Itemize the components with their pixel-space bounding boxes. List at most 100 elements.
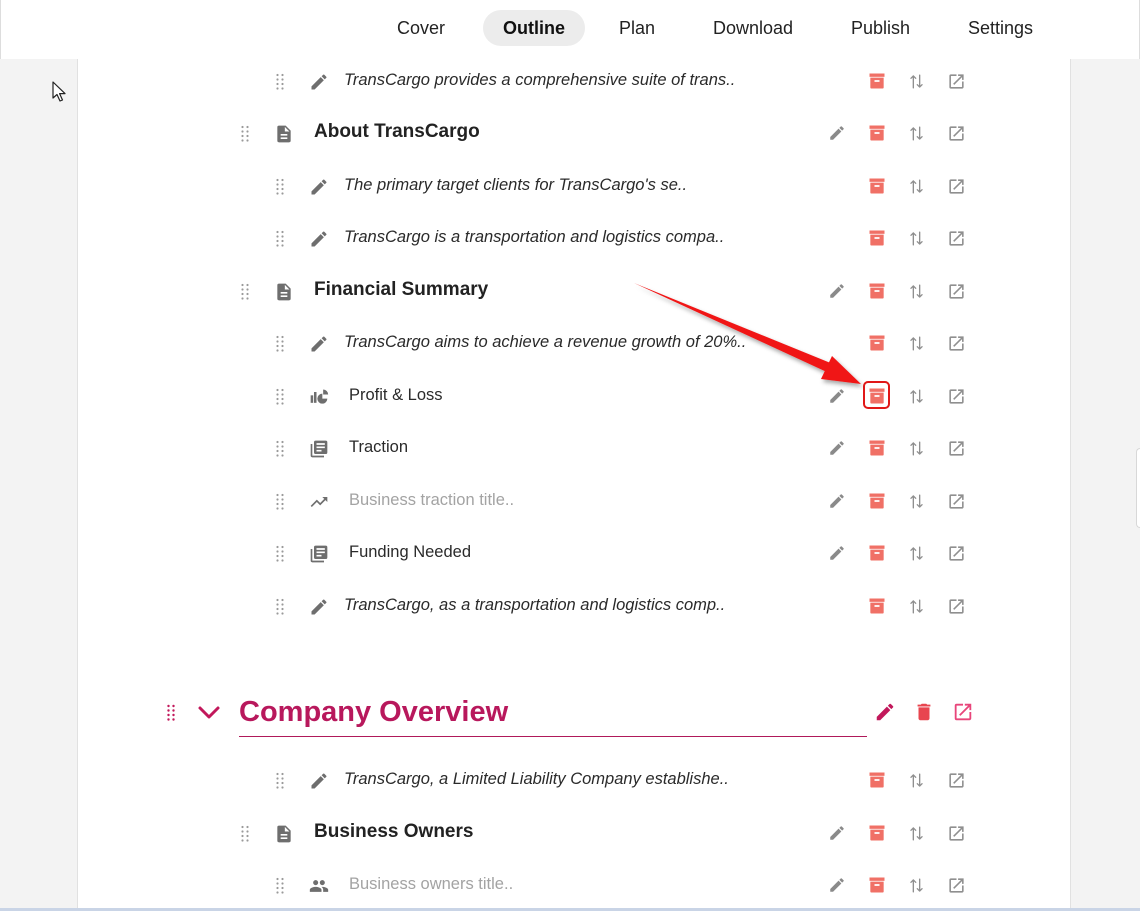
edit-pencil-icon[interactable]: [828, 544, 846, 562]
drag-handle-icon[interactable]: [275, 545, 285, 563]
outline-topic-row: Financial Summary: [0, 271, 1140, 311]
archive-icon[interactable]: [867, 770, 887, 790]
outline-item-label[interactable]: Traction: [349, 438, 408, 457]
outline-item-label[interactable]: Business traction title..: [349, 491, 514, 510]
open-external-icon[interactable]: [947, 492, 966, 511]
outline-item-label[interactable]: The primary target clients for TransCarg…: [344, 176, 687, 195]
drag-handle-icon[interactable]: [275, 772, 285, 790]
tab-publish[interactable]: Publish: [831, 10, 930, 46]
pencil-icon: [311, 74, 327, 90]
drag-handle-icon[interactable]: [275, 73, 285, 91]
pencil-icon: [311, 773, 327, 789]
open-external-icon[interactable]: [947, 177, 966, 196]
drag-handle-icon[interactable]: [275, 230, 285, 248]
outline-item-label[interactable]: Profit & Loss: [349, 386, 443, 405]
outline-item-label[interactable]: Business owners title..: [349, 875, 513, 894]
drag-handle-icon[interactable]: [275, 493, 285, 511]
edit-pencil-icon[interactable]: [828, 876, 846, 894]
archive-icon[interactable]: [867, 596, 887, 616]
drag-handle-icon[interactable]: [275, 877, 285, 895]
reorder-swap-icon[interactable]: [907, 72, 926, 91]
top-navigation: Cover Outline Plan Download Publish Sett…: [0, 0, 1140, 59]
tab-download[interactable]: Download: [693, 10, 813, 46]
section-open-external-icon[interactable]: [952, 701, 974, 723]
archive-icon[interactable]: [867, 71, 887, 91]
reorder-swap-icon[interactable]: [907, 334, 926, 353]
reorder-swap-icon[interactable]: [907, 544, 926, 563]
outline-item-label[interactable]: Funding Needed: [349, 543, 471, 562]
open-external-icon[interactable]: [947, 597, 966, 616]
open-external-icon[interactable]: [947, 282, 966, 301]
outline-item-row: TransCargo is a transportation and logis…: [0, 218, 1140, 258]
outline-topic-row: Business Owners: [0, 813, 1140, 853]
pencil-icon: [311, 599, 327, 615]
open-external-icon[interactable]: [947, 544, 966, 563]
section-drag-handle-icon[interactable]: [166, 704, 176, 722]
section-title[interactable]: Company Overview: [239, 692, 867, 737]
library-icon: [310, 440, 328, 458]
reorder-swap-icon[interactable]: [907, 282, 926, 301]
drag-handle-icon[interactable]: [240, 283, 250, 301]
archive-icon[interactable]: [867, 123, 887, 143]
reorder-swap-icon[interactable]: [907, 771, 926, 790]
drag-handle-icon[interactable]: [275, 335, 285, 353]
reorder-swap-icon[interactable]: [907, 439, 926, 458]
open-external-icon[interactable]: [947, 334, 966, 353]
archive-icon[interactable]: [867, 281, 887, 301]
open-external-icon[interactable]: [947, 824, 966, 843]
outline-item-label[interactable]: Business Owners: [314, 821, 473, 843]
archive-icon[interactable]: [867, 543, 887, 563]
reorder-swap-icon[interactable]: [907, 824, 926, 843]
archive-icon[interactable]: [867, 176, 887, 196]
reorder-swap-icon[interactable]: [907, 387, 926, 406]
chevron-down-icon[interactable]: [197, 704, 221, 722]
drag-handle-icon[interactable]: [275, 598, 285, 616]
tab-plan[interactable]: Plan: [599, 10, 675, 46]
open-external-icon[interactable]: [947, 387, 966, 406]
edit-pencil-icon[interactable]: [828, 124, 846, 142]
tab-cover[interactable]: Cover: [377, 10, 465, 46]
tab-outline[interactable]: Outline: [483, 10, 585, 46]
edit-pencil-icon[interactable]: [828, 824, 846, 842]
reorder-swap-icon[interactable]: [907, 492, 926, 511]
section-delete-trash-icon[interactable]: [913, 701, 935, 723]
archive-icon[interactable]: [867, 823, 887, 843]
reorder-swap-icon[interactable]: [907, 876, 926, 895]
document-icon: [277, 825, 291, 843]
outline-item-label[interactable]: Financial Summary: [314, 279, 488, 301]
outline-item-label[interactable]: TransCargo, a Limited Liability Company …: [344, 770, 729, 789]
edit-pencil-icon[interactable]: [828, 492, 846, 510]
open-external-icon[interactable]: [947, 124, 966, 143]
outline-item-row: TransCargo, a Limited Liability Company …: [0, 760, 1140, 800]
reorder-swap-icon[interactable]: [907, 124, 926, 143]
open-external-icon[interactable]: [947, 72, 966, 91]
open-external-icon[interactable]: [947, 439, 966, 458]
archive-icon[interactable]: [867, 228, 887, 248]
section-edit-pencil-icon[interactable]: [874, 701, 896, 723]
outline-item-label[interactable]: TransCargo provides a comprehensive suit…: [344, 71, 735, 90]
edit-pencil-icon[interactable]: [828, 439, 846, 457]
outline-topic-row: About TransCargo: [0, 113, 1140, 153]
reorder-swap-icon[interactable]: [907, 229, 926, 248]
drag-handle-icon[interactable]: [240, 825, 250, 843]
outline-item-row: Traction: [0, 428, 1140, 468]
outline-item-label[interactable]: About TransCargo: [314, 121, 480, 143]
open-external-icon[interactable]: [947, 876, 966, 895]
tab-settings[interactable]: Settings: [948, 10, 1053, 46]
drag-handle-icon[interactable]: [275, 178, 285, 196]
drag-handle-icon[interactable]: [275, 440, 285, 458]
outline-item-row: TransCargo, as a transportation and logi…: [0, 586, 1140, 626]
archive-icon[interactable]: [867, 333, 887, 353]
reorder-swap-icon[interactable]: [907, 597, 926, 616]
archive-icon[interactable]: [867, 875, 887, 895]
drag-handle-icon[interactable]: [275, 388, 285, 406]
open-external-icon[interactable]: [947, 771, 966, 790]
archive-icon[interactable]: [867, 438, 887, 458]
archive-icon[interactable]: [867, 491, 887, 511]
open-external-icon[interactable]: [947, 229, 966, 248]
outline-item-label[interactable]: TransCargo, as a transportation and logi…: [344, 596, 725, 615]
drag-handle-icon[interactable]: [240, 125, 250, 143]
reorder-swap-icon[interactable]: [907, 177, 926, 196]
outline-item-label[interactable]: TransCargo is a transportation and logis…: [344, 228, 724, 247]
trending-up-icon: [310, 497, 328, 507]
